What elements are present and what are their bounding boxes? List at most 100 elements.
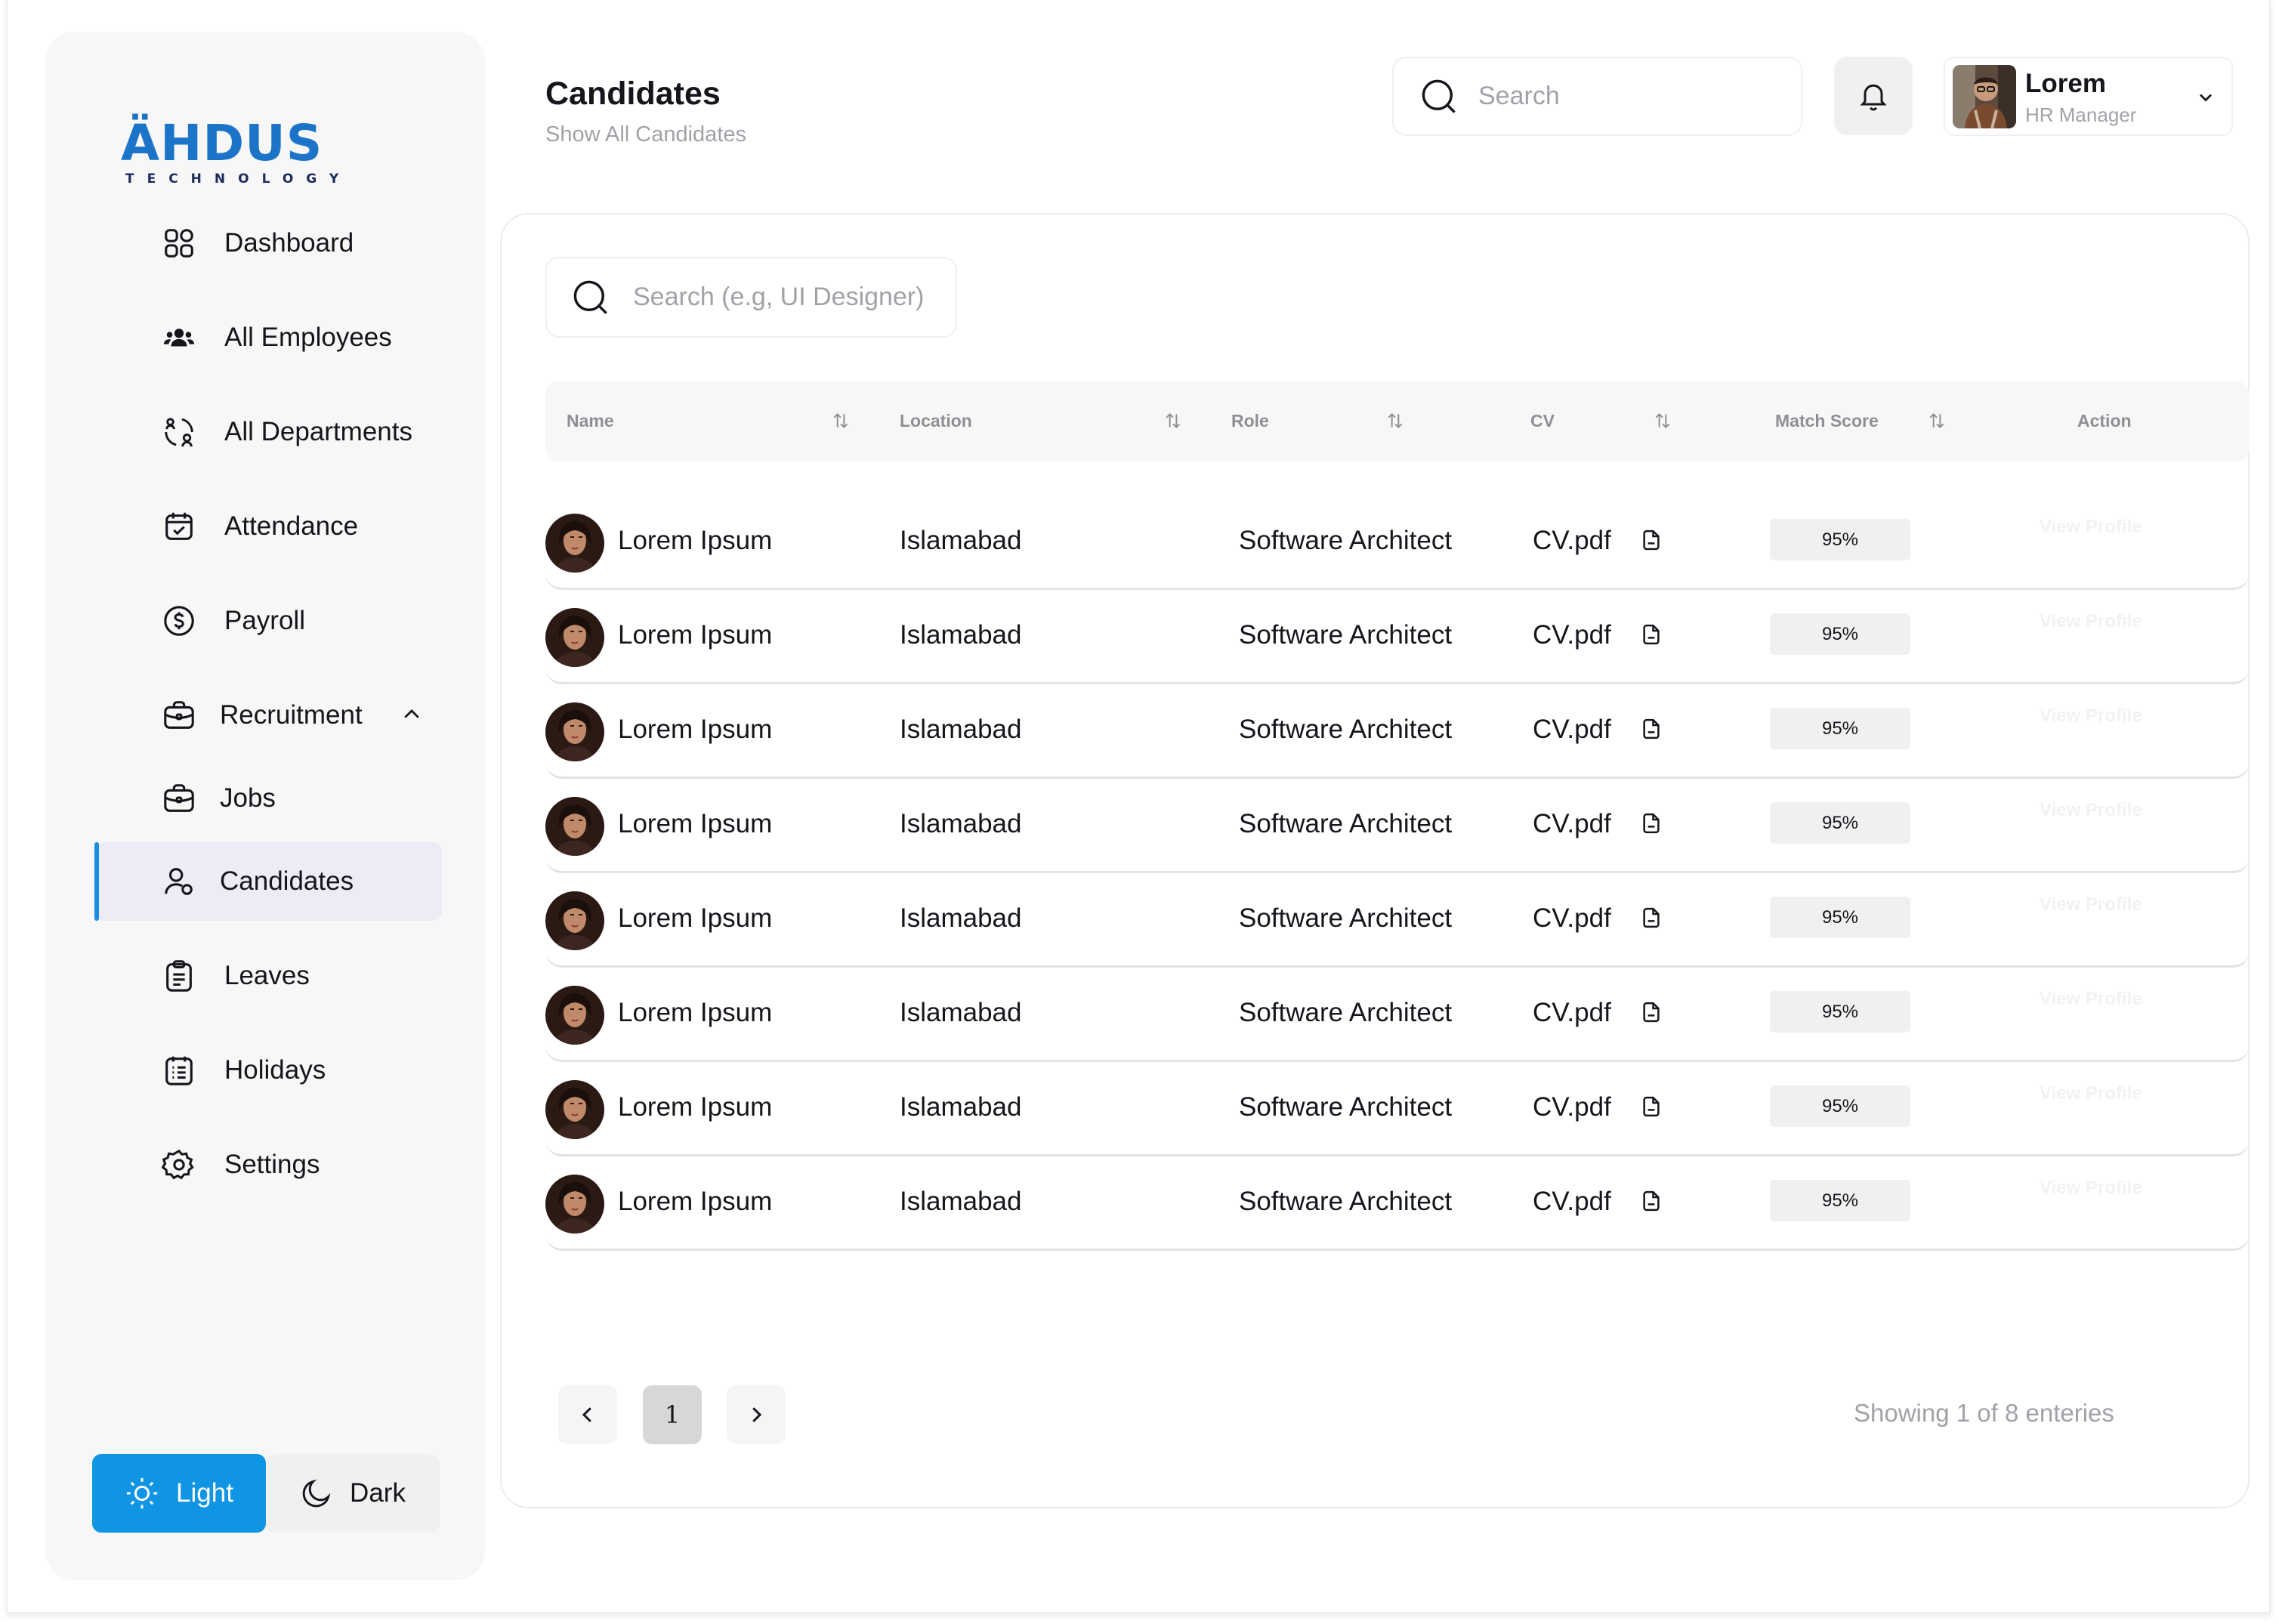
sidebar-item-all-departments[interactable]: All Departments [94, 393, 442, 471]
candidate-role: Software Architect [1239, 715, 1453, 744]
cv-link[interactable]: CV.pdf [1533, 715, 1611, 745]
sidebar-item-label: Settings [224, 1150, 320, 1179]
column-header-match-score: Match Score [1775, 411, 1879, 431]
sidebar-item-attendance[interactable]: Attendance [94, 487, 442, 566]
candidate-name: Lorem Ipsum [618, 1187, 773, 1216]
user-profile-menu[interactable]: Lorem HR Manager [1944, 57, 2233, 136]
view-profile-link[interactable]: View Profile [2040, 800, 2142, 821]
sidebar-item-recruitment[interactable]: Recruitment [94, 676, 442, 755]
sidebar-item-settings[interactable]: Settings [94, 1125, 442, 1204]
calendar-check-icon [161, 508, 197, 545]
table-row[interactable]: Lorem Ipsum Islamabad Software Architect CV… [545, 873, 2250, 968]
users-icon [161, 320, 197, 356]
cv-link[interactable]: CV.pdf [1533, 526, 1611, 556]
sidebar-item-all-employees[interactable]: All Employees [94, 298, 442, 377]
file-icon[interactable] [1640, 718, 1663, 743]
chevron-left-icon [582, 1407, 591, 1422]
view-profile-link[interactable]: View Profile [2040, 989, 2142, 1010]
notifications-button[interactable] [1834, 57, 1913, 135]
table-row[interactable]: Lorem Ipsum Islamabad Software Architect CV… [545, 779, 2250, 873]
dollar-circle-icon [161, 603, 197, 639]
active-indicator [94, 842, 99, 921]
chevron-right-icon [752, 1407, 762, 1422]
sidebar-item-label: All Departments [224, 417, 412, 446]
sidebar-item-payroll[interactable]: Payroll [94, 582, 442, 660]
sidebar-item-leaves[interactable]: Leaves [94, 937, 442, 1015]
sidebar-item-dashboard[interactable]: Dashboard [94, 204, 442, 283]
file-icon[interactable] [1640, 529, 1663, 554]
candidate-name: Lorem Ipsum [618, 526, 773, 555]
cv-link[interactable]: CV.pdf [1533, 1092, 1611, 1122]
view-profile-link[interactable]: View Profile [2040, 894, 2142, 915]
sidebar-item-jobs[interactable]: Jobs [94, 759, 442, 838]
table-row[interactable]: Lorem Ipsum Islamabad Software Architect CV… [545, 968, 2250, 1062]
match-score-badge: 95% [1770, 991, 1910, 1033]
table-row[interactable]: Lorem Ipsum Islamabad Software Architect CV… [545, 684, 2250, 779]
app-window: ÄHDUS TECHNOLOGY Dashboard All Employees… [6, 0, 2271, 1613]
sort-icon[interactable] [1653, 411, 1672, 431]
page-button-current[interactable]: 1 [643, 1385, 702, 1444]
sort-icon[interactable] [1163, 411, 1183, 431]
candidate-name: Lorem Ipsum [618, 809, 773, 838]
light-theme-button[interactable]: Light [92, 1454, 266, 1533]
sort-icon[interactable] [1385, 411, 1405, 431]
user-icon [161, 863, 197, 900]
view-profile-link[interactable]: View Profile [2040, 611, 2142, 632]
table-header: Name Location Role CV Match Score Action [545, 381, 2250, 462]
table-row[interactable]: Lorem Ipsum Islamabad Software Architect CV… [545, 1062, 2250, 1156]
global-search[interactable] [1392, 57, 1802, 136]
sidebar-item-label: Holidays [224, 1055, 326, 1085]
candidate-location: Islamabad [900, 620, 1022, 650]
cv-link[interactable]: CV.pdf [1533, 998, 1611, 1028]
sort-icon[interactable] [1927, 411, 1947, 431]
user-name: Lorem [2025, 69, 2106, 98]
view-profile-link[interactable]: View Profile [2040, 1178, 2142, 1199]
briefcase-icon [161, 697, 197, 733]
chevron-up-icon[interactable] [400, 703, 423, 726]
dark-theme-button[interactable]: Dark [266, 1454, 440, 1533]
cv-link[interactable]: CV.pdf [1533, 809, 1611, 839]
user-role: HR Manager [2025, 103, 2137, 126]
dark-theme-label: Dark [350, 1478, 406, 1508]
briefcase-icon [161, 780, 197, 817]
candidate-location: Islamabad [900, 715, 1022, 744]
view-profile-link[interactable]: View Profile [2040, 1083, 2142, 1104]
candidate-location: Islamabad [900, 1187, 1022, 1216]
candidate-search[interactable] [545, 257, 957, 338]
file-icon[interactable] [1640, 623, 1663, 649]
moon-icon [302, 1479, 331, 1508]
candidate-name: Lorem Ipsum [618, 715, 773, 744]
search-icon [573, 280, 607, 314]
file-icon[interactable] [1640, 1190, 1663, 1215]
prev-page-button[interactable] [558, 1385, 617, 1444]
dashboard-icon [161, 225, 197, 261]
gear-icon [161, 1147, 197, 1183]
candidate-location: Islamabad [900, 1092, 1022, 1122]
next-page-button[interactable] [727, 1385, 786, 1444]
cv-link[interactable]: CV.pdf [1533, 1187, 1611, 1217]
cv-link[interactable]: CV.pdf [1533, 620, 1611, 650]
cv-link[interactable]: CV.pdf [1533, 903, 1611, 934]
column-header-cv: CV [1530, 411, 1555, 431]
search-input[interactable] [1478, 82, 1780, 111]
table-row[interactable]: Lorem Ipsum Islamabad Software Architect CV… [545, 1156, 2250, 1251]
sidebar-item-label: Leaves [224, 961, 310, 990]
sort-icon[interactable] [831, 411, 851, 431]
candidate-search-input[interactable] [633, 283, 950, 312]
brand-name: ÄHDUS [121, 114, 323, 172]
view-profile-link[interactable]: View Profile [2040, 705, 2142, 727]
file-icon[interactable] [1640, 1095, 1663, 1121]
view-profile-link[interactable]: View Profile [2040, 517, 2142, 538]
file-icon[interactable] [1640, 906, 1663, 932]
page-subtitle: Show All Candidates [545, 122, 746, 147]
file-icon[interactable] [1640, 1001, 1663, 1027]
file-icon[interactable] [1640, 812, 1663, 838]
table-row[interactable]: Lorem Ipsum Islamabad Software Architect CV… [545, 496, 2250, 590]
bell-icon [1860, 84, 1887, 111]
candidate-role: Software Architect [1239, 998, 1453, 1027]
candidate-avatar [545, 1175, 604, 1233]
table-row[interactable]: Lorem Ipsum Islamabad Software Architect CV… [545, 590, 2250, 684]
sidebar-item-holidays[interactable]: Holidays [94, 1031, 442, 1110]
brand-logo: ÄHDUS TECHNOLOGY [121, 119, 363, 194]
sidebar-item-candidates[interactable]: Candidates [94, 842, 442, 921]
